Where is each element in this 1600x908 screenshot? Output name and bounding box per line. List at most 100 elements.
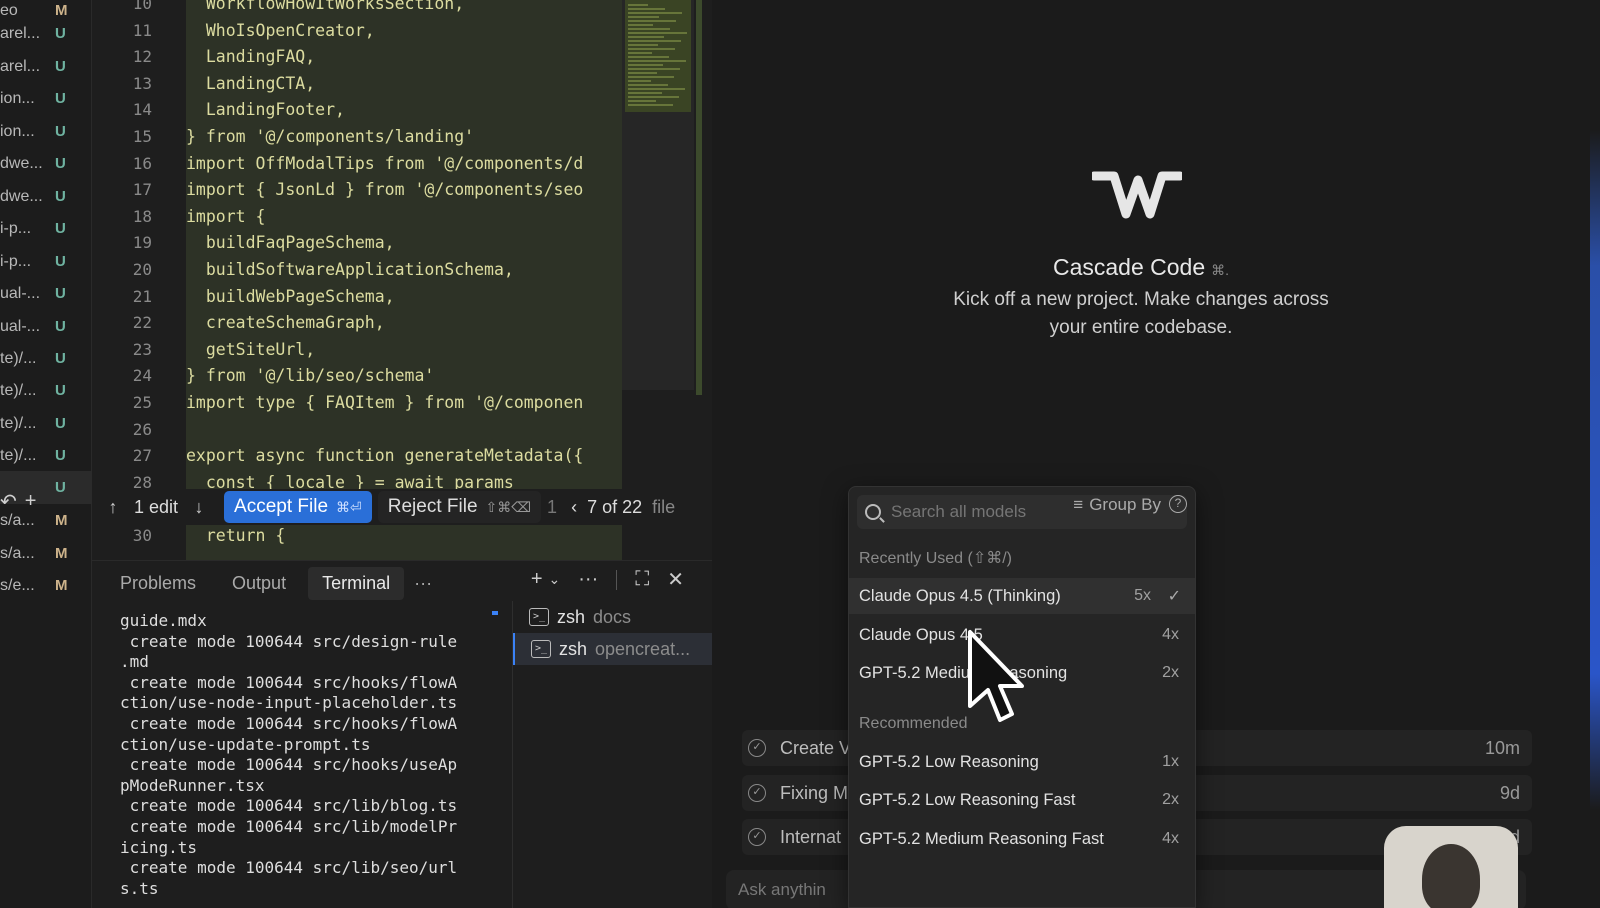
accept-file-button[interactable]: Accept File ⌘⏎ — [224, 491, 372, 523]
explorer-file-row[interactable]: dwe... U — [0, 180, 92, 213]
session-shell: zsh — [559, 638, 588, 659]
file-name: ual-... — [0, 317, 41, 335]
check-icon: ✓ — [1167, 588, 1181, 605]
file-name: ion... — [0, 89, 35, 107]
code-line: import OffModalTips from '@/components/d — [186, 153, 584, 173]
check-circle-icon: ✓ — [748, 784, 766, 802]
recommended-heading: Recommended — [859, 715, 968, 732]
explorer-file-row[interactable]: ual-... U — [0, 277, 92, 310]
session-shell: zsh — [557, 606, 586, 627]
file-name: te)/... — [0, 381, 37, 399]
reject-file-label: Reject File — [387, 496, 478, 517]
line-number: 24 — [132, 366, 152, 386]
file-name: te)/... — [0, 414, 37, 432]
minimap-line — [628, 56, 669, 58]
model-option[interactable]: GPT-5.2 Medium Reasoning Fast 4x — [849, 821, 1195, 857]
chevron-down-icon[interactable]: ⌄ — [549, 571, 561, 588]
more-actions-icon[interactable]: ··· — [578, 568, 598, 591]
code-editor[interactable]: 10 11 12 13 14 15 16 17 18 19 20 21 22 23 24 25 26 27 28 30… — [92, 0, 712, 560]
model-name: Claude Opus 4.5 — [859, 625, 983, 644]
check-circle-icon: ✓ — [748, 739, 766, 757]
git-status-badge: M — [55, 577, 68, 594]
model-cost-multiplier: 4x — [1162, 830, 1179, 847]
minimap-line — [628, 76, 674, 78]
minimap-line — [628, 80, 651, 82]
explorer-file-row[interactable]: te)/... U — [0, 374, 92, 407]
code-line: createSchemaGraph, — [186, 313, 385, 333]
model-option[interactable]: GPT-5.2 Low Reasoning Fast 2x — [849, 782, 1195, 818]
minimap-line — [628, 28, 670, 30]
help-icon[interactable]: ? — [1169, 495, 1187, 513]
code-area[interactable]: WorkflowHowItWorksSection, WhoIsOpenCrea… — [186, 0, 622, 560]
explorer-file-row[interactable]: i-p... U — [0, 212, 92, 245]
diff-review-toolbar: ↑ 1 edit ↓ Accept File ⌘⏎ Reject File ⇧⌘… — [92, 489, 712, 525]
terminal-output[interactable]: guide.mdx create mode 100644 src/design-… — [120, 611, 500, 908]
explorer-file-row[interactable]: ion... U — [0, 82, 92, 115]
terminal-session-item[interactable]: >_ zsh opencreat... — [513, 633, 713, 665]
previous-edit-arrow-icon[interactable]: ↑ — [102, 497, 124, 518]
code-line: LandingFAQ, — [186, 47, 316, 67]
explorer-file-row[interactable]: te)/... U — [0, 407, 92, 440]
more-tabs-icon[interactable]: ··· — [414, 573, 432, 594]
explorer-file-row[interactable]: arel... U — [0, 50, 92, 83]
previous-file-chevron-icon[interactable]: ‹ — [571, 497, 577, 518]
explorer-file-row[interactable]: te)/... U — [0, 439, 92, 472]
tab-problems[interactable]: Problems — [106, 567, 210, 600]
edit-count: 1 edit — [134, 496, 179, 517]
file-name: s/a... — [0, 544, 35, 562]
discard-icon[interactable]: ↶ — [0, 489, 17, 514]
line-number: 27 — [132, 446, 152, 466]
code-line: return { — [186, 526, 286, 545]
file-pager-label: 7 of 22 — [587, 496, 643, 517]
tab-terminal[interactable]: Terminal — [308, 566, 405, 600]
minimap-line — [628, 72, 657, 74]
explorer-file-row[interactable]: s/e... M — [0, 569, 92, 602]
model-cost-multiplier: 4x — [1162, 626, 1179, 643]
new-terminal-plus-icon[interactable]: + — [531, 568, 543, 591]
explorer-file-row[interactable]: ion... U — [0, 115, 92, 148]
model-cost-multiplier: 2x — [1162, 791, 1179, 808]
close-panel-icon[interactable]: ✕ — [667, 567, 684, 592]
file-name: te)/... — [0, 349, 37, 367]
model-option[interactable]: Claude Opus 4.5 (Thinking) 5x ✓ — [849, 578, 1195, 614]
code-line: export async function generateMetadata({ — [186, 446, 584, 466]
maximize-panel-icon[interactable]: ⛶ — [635, 568, 649, 591]
model-cost-multiplier: 2x — [1162, 664, 1179, 681]
model-option[interactable]: GPT-5.2 Low Reasoning 1x — [849, 744, 1195, 780]
terminal-icon: >_ — [531, 640, 551, 658]
explorer-file-row[interactable]: dwe... U — [0, 147, 92, 180]
git-status-badge: U — [55, 58, 66, 75]
minimap-line — [628, 24, 653, 26]
git-status-badge: M — [55, 545, 68, 562]
cascade-title: Cascade Code — [1052, 254, 1206, 280]
reject-file-button[interactable]: Reject File ⇧⌘⌫ — [377, 491, 542, 523]
file-name: i-p... — [0, 219, 32, 237]
explorer-file-row[interactable]: te)/... U — [0, 342, 92, 375]
editor-scrollbar[interactable] — [696, 0, 702, 395]
panel-actions: + ⌄ ··· ⛶ ✕ — [531, 567, 684, 592]
explorer-file-row[interactable]: arel... U — [0, 17, 92, 50]
git-status-badge: U — [55, 479, 66, 496]
explorer-file-row[interactable]: i-p... U — [0, 245, 92, 278]
git-status-badge: U — [55, 318, 66, 335]
git-status-badge: U — [55, 382, 66, 399]
terminal-icon: >_ — [529, 608, 549, 626]
explorer-file-row[interactable]: ual-... U — [0, 310, 92, 343]
group-by-button[interactable]: ≡ Group By — [1073, 495, 1161, 515]
explorer-file-row[interactable]: s/a... M — [0, 537, 92, 570]
webcam-overlay — [1384, 826, 1518, 908]
plus-icon[interactable]: + — [25, 490, 37, 513]
mouse-cursor-icon — [968, 630, 1024, 722]
minimap-line — [628, 20, 676, 22]
code-line: import { — [186, 206, 266, 226]
file-name: dwe... — [0, 154, 43, 172]
tab-output[interactable]: Output — [218, 567, 300, 600]
terminal-session-item[interactable]: >_ zsh docs — [513, 601, 713, 633]
minimap[interactable] — [622, 0, 694, 390]
next-edit-arrow-icon[interactable]: ↓ — [188, 497, 210, 518]
git-status-badge: U — [55, 155, 66, 172]
minimap-line — [628, 52, 652, 54]
conversation-time: 10m — [1484, 737, 1520, 758]
cascade-title-row: Cascade Code ⌘. — [712, 254, 1570, 281]
model-search-input[interactable] — [891, 502, 1051, 522]
